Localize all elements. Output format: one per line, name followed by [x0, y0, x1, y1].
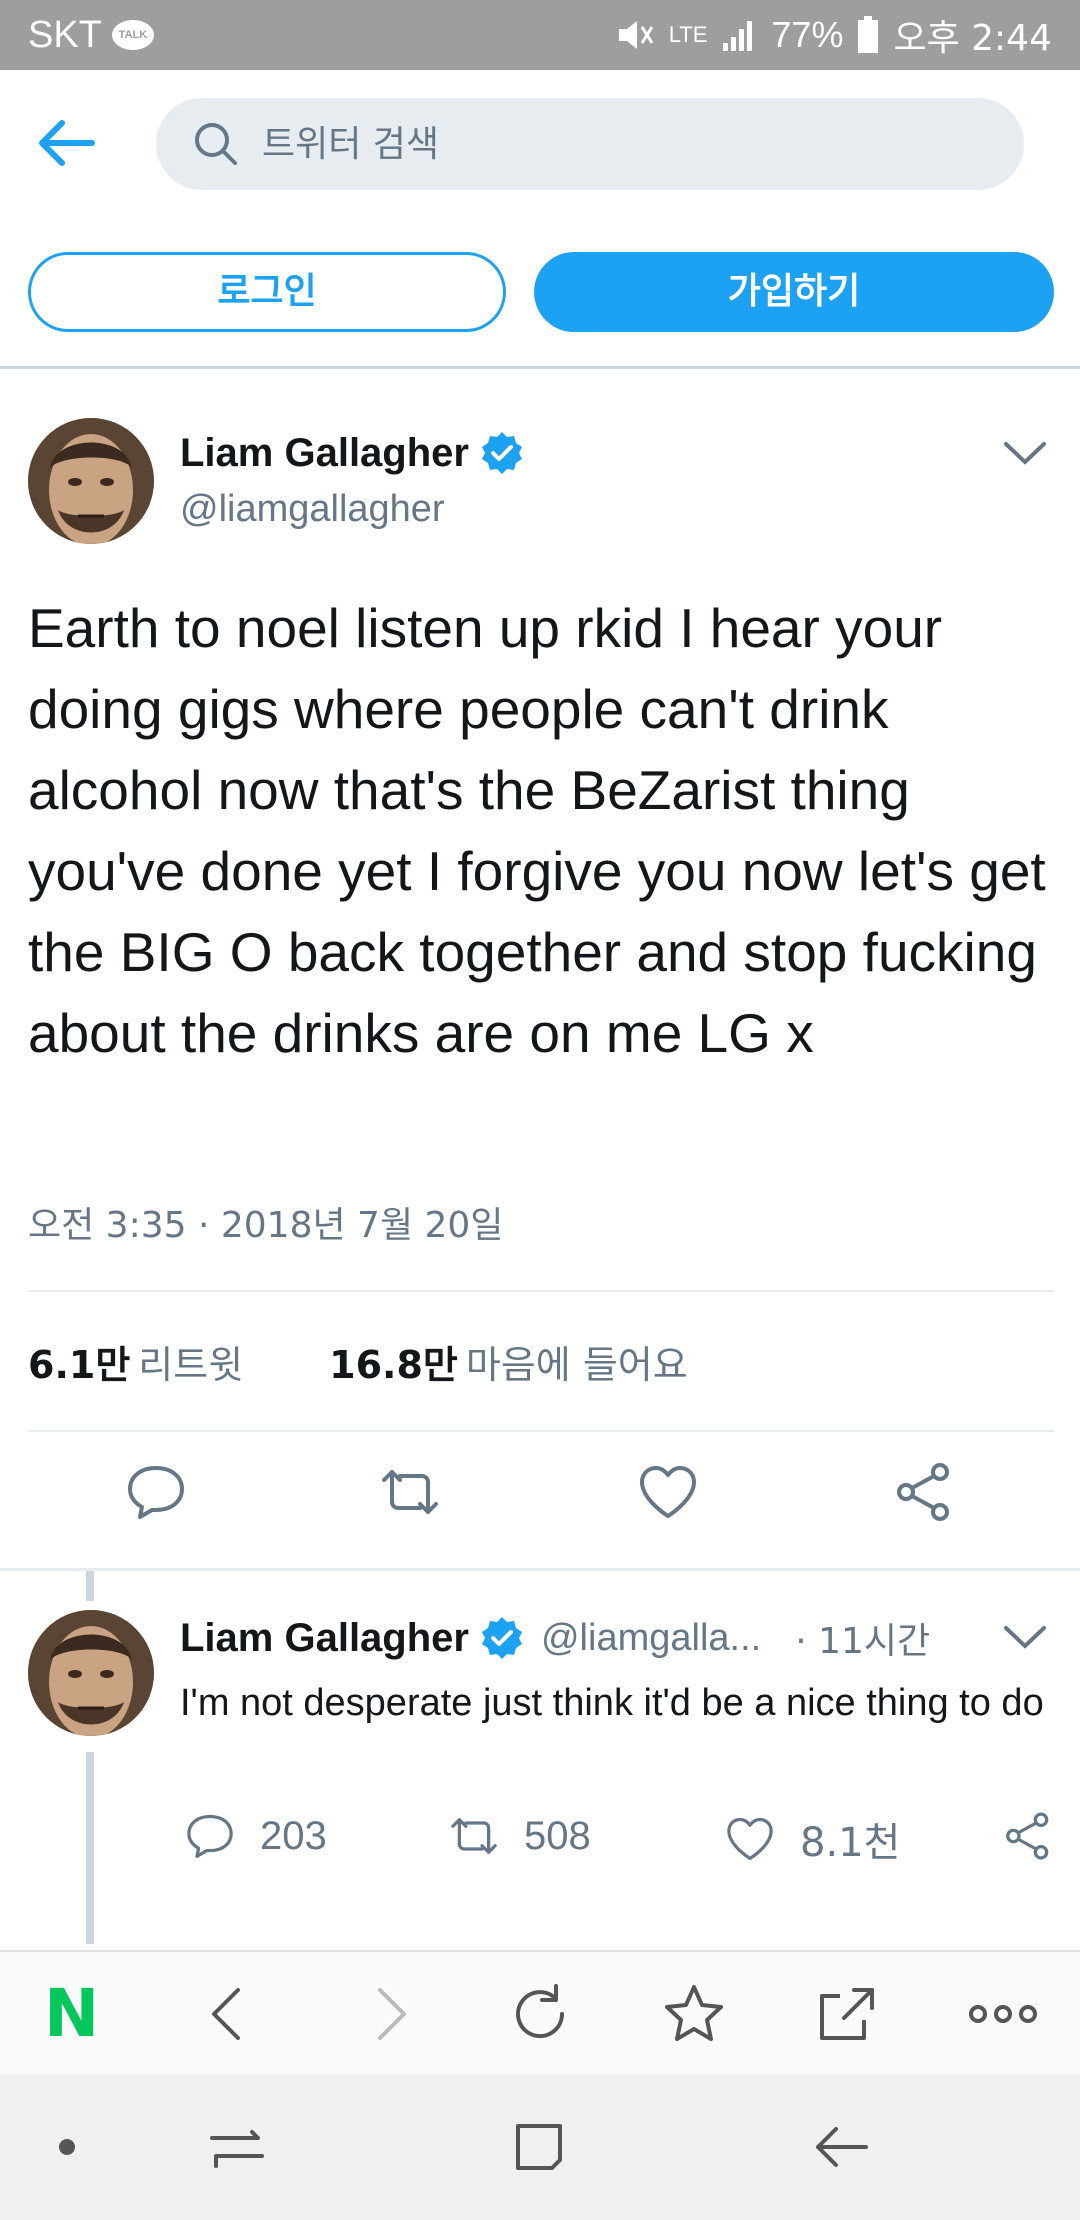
back-arrow-icon[interactable]: [34, 118, 96, 168]
signal-icon: [723, 21, 753, 51]
reply-icon: [187, 1814, 233, 1858]
search-bar[interactable]: [156, 98, 1024, 190]
heart-icon[interactable]: [636, 1460, 700, 1524]
tweet-actions: [0, 1460, 1080, 1540]
talk-notification-icon: TALK: [111, 20, 154, 50]
dot-icon[interactable]: [36, 2116, 98, 2178]
divider: [28, 1290, 1054, 1292]
reply-count: 203: [260, 1813, 327, 1858]
header-divider: [0, 366, 1080, 369]
like-count: 16.8만: [329, 1343, 458, 1387]
verified-icon: [481, 432, 522, 474]
recents-icon[interactable]: [206, 2116, 268, 2178]
forward-icon[interactable]: [356, 1982, 420, 2046]
bookmark-star-icon[interactable]: [662, 1982, 726, 2046]
search-input[interactable]: [262, 123, 962, 165]
reply-time[interactable]: · 11시간: [795, 1612, 930, 1664]
retweet-label: 리트윗: [138, 1343, 244, 1387]
mute-icon: [618, 21, 653, 49]
reply-author-name[interactable]: Liam Gallagher: [180, 1616, 469, 1661]
like-stat[interactable]: 16.8만 마음에 들어요: [329, 1334, 688, 1389]
browser-toolbar: N: [0, 1950, 1080, 2074]
carrier-label: SKT: [28, 13, 102, 56]
tweet-text: Earth to noel listen up rkid I hear your…: [28, 597, 1046, 1064]
share-icon[interactable]: [892, 1460, 956, 1524]
chevron-down-icon[interactable]: [1002, 1622, 1048, 1652]
like-count: 8.1천: [800, 1820, 901, 1866]
like-label: 마음에 들어요: [465, 1343, 688, 1387]
reply-reply-button[interactable]: 203: [184, 1810, 327, 1862]
reply-like-button[interactable]: 8.1천: [724, 1810, 900, 1868]
tweet-stats: 6.1만 리트윗 16.8만 마음에 들어요: [28, 1334, 688, 1389]
thread-line: [86, 1752, 94, 1944]
clock: 오후 2:44: [893, 18, 1052, 59]
avatar[interactable]: [28, 418, 154, 544]
retweet-stat[interactable]: 6.1만 리트윗: [28, 1334, 243, 1389]
refresh-icon[interactable]: [508, 1982, 572, 2046]
status-indicators: LTE 77% 오후 2:44: [615, 9, 1052, 61]
share-icon: [1006, 1812, 1049, 1860]
reply-author-handle[interactable]: @liamgalla...: [541, 1617, 761, 1660]
system-nav-bar: [0, 2074, 1080, 2220]
network-type-label: LTE: [668, 22, 708, 47]
chevron-down-icon[interactable]: [1002, 438, 1048, 468]
more-icon[interactable]: [966, 1982, 1040, 2046]
battery-icon: [858, 16, 879, 53]
back-icon[interactable]: [198, 1982, 262, 2046]
thread-divider: [0, 1568, 1080, 1571]
retweet-count: 508: [524, 1813, 591, 1858]
tweet-timestamp[interactable]: 오전 3:35 · 2018년 7월 20일: [28, 1196, 503, 1248]
avatar[interactable]: [28, 1610, 154, 1736]
author-handle[interactable]: @liamgallagher: [180, 488, 445, 531]
retweet-icon[interactable]: [378, 1460, 442, 1524]
author-name[interactable]: Liam Gallagher: [180, 430, 525, 476]
login-button[interactable]: 로그인: [28, 252, 506, 332]
heart-icon: [727, 1817, 773, 1861]
reply-icon[interactable]: [124, 1460, 188, 1524]
share-icon[interactable]: [814, 1982, 878, 2046]
reply-retweet-button[interactable]: 508: [448, 1810, 591, 1862]
verified-icon: [481, 1617, 522, 1659]
reply-actions: 203 508 8.1천: [180, 1810, 1060, 1870]
retweet-count: 6.1만: [28, 1343, 131, 1387]
reply-header: Liam Gallagher @liamgalla... · 11시간: [180, 1612, 930, 1664]
home-icon[interactable]: [508, 2116, 570, 2178]
status-bar: SKT TALK LTE 77% 오후 2:44: [0, 0, 1080, 70]
battery-percent: 77%: [771, 14, 844, 55]
naver-logo[interactable]: N: [44, 1981, 99, 2047]
signup-button[interactable]: 가입하기: [534, 252, 1054, 332]
retweet-icon: [451, 1818, 497, 1854]
search-icon: [195, 123, 237, 165]
reply-share-button[interactable]: [1002, 1810, 1054, 1862]
divider: [28, 1430, 1054, 1432]
reply-text: I'm not desperate just think it'd be a n…: [180, 1682, 1044, 1724]
back-icon[interactable]: [810, 2116, 872, 2178]
thread-line: [86, 1571, 94, 1601]
author-name-text[interactable]: Liam Gallagher: [180, 431, 469, 476]
